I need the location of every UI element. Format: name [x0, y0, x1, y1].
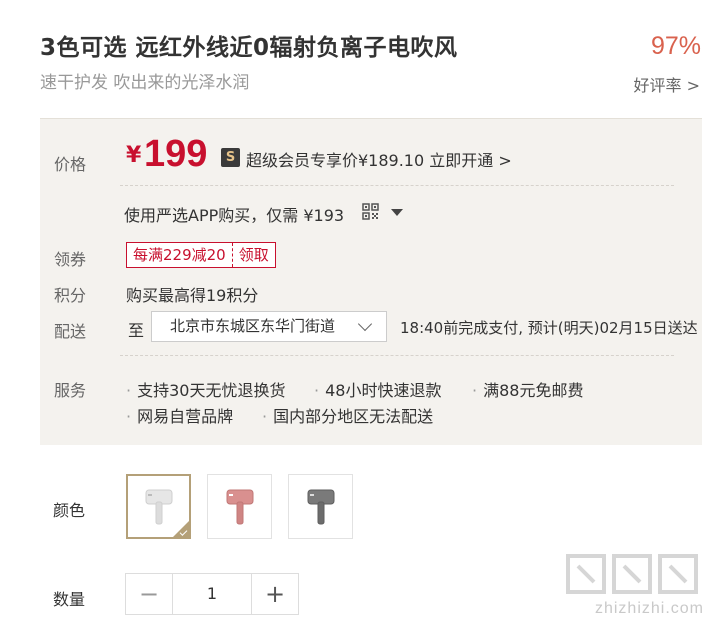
product-subtitle: 速干护发 吹出来的光泽水润: [40, 73, 250, 93]
service-label: 服务: [54, 381, 87, 400]
shipping-label: 配送: [54, 322, 87, 341]
purchase-info-panel: 价格 ¥ 199 S 超级会员专享价¥189.10 立即开通 > 使用严选APP…: [40, 118, 702, 445]
watermark-text: zhizhizhi.com: [594, 600, 704, 617]
address-selector[interactable]: 北京市东城区东华门街道: [151, 311, 387, 342]
coupon-amount: 每满229减20: [127, 243, 233, 267]
service-item: · 国内部分地区无法配送: [262, 407, 434, 426]
service-item: · 满88元免邮费: [472, 381, 584, 400]
hair-dryer-image: [226, 489, 254, 525]
service-item: · 支持30天无忧退换货: [126, 381, 286, 400]
super-vip-icon: S: [221, 148, 240, 167]
address-text: 北京市东城区东华门街道: [170, 317, 336, 335]
color-label: 颜色: [53, 501, 86, 520]
service-item: · 网易自营品牌: [126, 407, 234, 426]
color-swatch-gray[interactable]: [288, 474, 353, 539]
points-text: 购买最高得19积分: [126, 286, 259, 305]
app-price-text: 使用严选APP购买，仅需 ¥193: [124, 206, 345, 225]
vip-price-link[interactable]: 超级会员专享价¥189.10 立即开通 >: [246, 147, 512, 171]
coupon-button[interactable]: 每满229减20 领取: [126, 242, 276, 268]
caret-down-icon[interactable]: [391, 209, 403, 216]
divider: [120, 185, 674, 186]
coupon-label: 领券: [54, 250, 87, 269]
coupon-claim: 领取: [238, 246, 269, 264]
quantity-value[interactable]: 1: [172, 574, 252, 614]
quantity-increase-button[interactable]: +: [252, 574, 298, 614]
rating-link[interactable]: 好评率 >: [634, 72, 701, 96]
color-swatch-pink[interactable]: [207, 474, 272, 539]
price-label: 价格: [54, 155, 87, 174]
delivery-estimate: 18:40前完成支付, 预计(明天)02月15日送达: [400, 319, 698, 337]
chevron-down-icon: [357, 316, 373, 332]
qr-code-icon[interactable]: [362, 203, 379, 220]
points-label: 积分: [54, 286, 87, 305]
quantity-stepper: − 1 +: [125, 573, 299, 615]
service-item: · 48小时快速退款: [314, 381, 442, 400]
price-currency: ¥: [126, 143, 142, 168]
rating-value: 97%: [650, 32, 701, 60]
ship-to-text: 至: [128, 321, 145, 340]
price-value: 199: [144, 133, 208, 175]
quantity-decrease-button[interactable]: −: [126, 574, 172, 614]
color-swatch-white[interactable]: [126, 474, 191, 539]
hair-dryer-image: [307, 489, 335, 525]
quantity-label: 数量: [53, 590, 86, 609]
divider: [120, 355, 674, 356]
product-title: 3色可选 远红外线近0辐射负离子电吹风: [40, 35, 458, 61]
